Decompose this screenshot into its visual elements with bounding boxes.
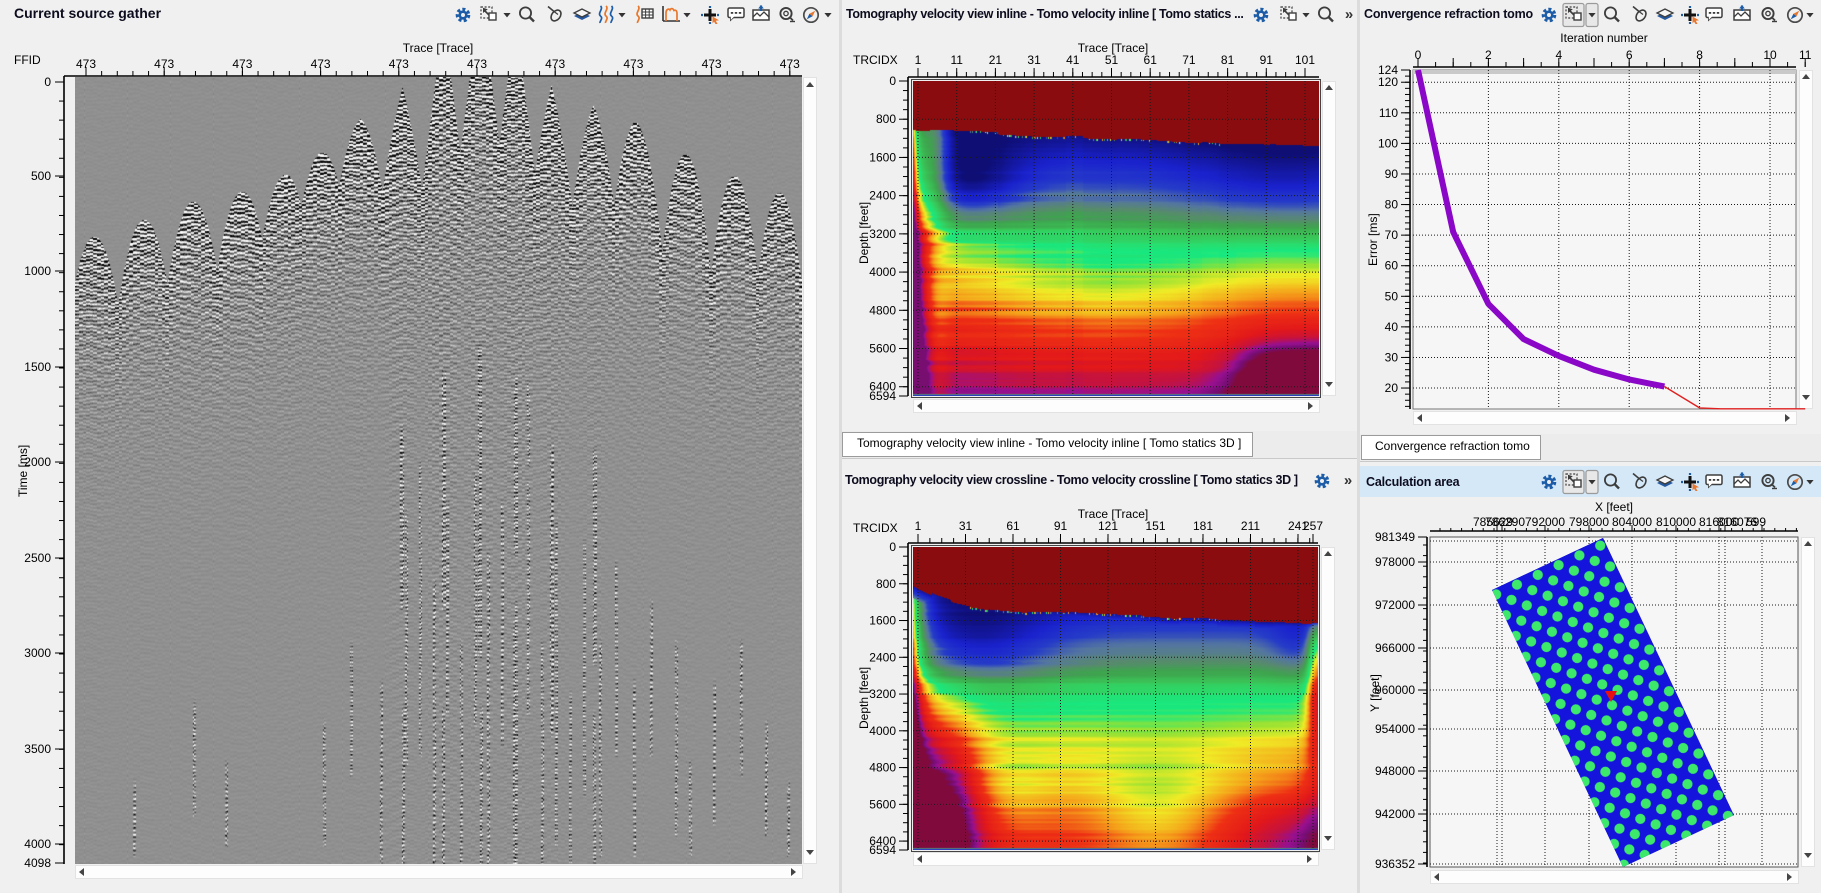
svg-text:972000: 972000: [1375, 598, 1415, 612]
svg-text:1000: 1000: [24, 264, 51, 278]
svg-text:4098: 4098: [24, 856, 51, 870]
svg-text:4000: 4000: [869, 724, 896, 738]
svg-text:3000: 3000: [24, 646, 51, 660]
svg-text:5600: 5600: [869, 342, 896, 356]
svg-text:21: 21: [989, 53, 1003, 67]
svg-text:6: 6: [1626, 48, 1633, 62]
svg-text:473: 473: [154, 57, 174, 71]
svg-text:50: 50: [1385, 289, 1399, 303]
svg-text:3500: 3500: [24, 742, 51, 756]
svg-text:942000: 942000: [1375, 807, 1415, 821]
svg-text:473: 473: [702, 57, 722, 71]
svg-text:473: 473: [389, 57, 409, 71]
svg-text:792000: 792000: [1525, 515, 1565, 529]
svg-text:4000: 4000: [869, 265, 896, 279]
svg-text:31: 31: [1027, 53, 1041, 67]
svg-text:8: 8: [1696, 48, 1703, 62]
svg-text:0: 0: [1415, 48, 1422, 62]
svg-text:31: 31: [959, 519, 973, 533]
svg-text:1600: 1600: [869, 614, 896, 628]
svg-text:473: 473: [232, 57, 252, 71]
svg-text:3200: 3200: [869, 687, 896, 701]
svg-text:110: 110: [1379, 106, 1398, 120]
svg-text:»: »: [1344, 472, 1352, 489]
svg-text:3200: 3200: [869, 227, 896, 241]
svg-text:2500: 2500: [24, 551, 51, 565]
svg-text:151: 151: [1145, 519, 1165, 533]
svg-text:6594: 6594: [869, 389, 896, 403]
svg-text:61: 61: [1006, 519, 1020, 533]
svg-text:51: 51: [1105, 53, 1119, 67]
svg-text:599: 599: [1746, 515, 1766, 529]
svg-text:1600: 1600: [869, 150, 896, 164]
svg-text:90: 90: [1385, 167, 1399, 181]
svg-text:»: »: [1345, 6, 1353, 23]
svg-text:800: 800: [876, 112, 896, 126]
svg-text:2000: 2000: [24, 455, 51, 469]
svg-text:11: 11: [1799, 48, 1812, 62]
svg-text:40: 40: [1385, 320, 1399, 334]
svg-text:473: 473: [311, 57, 331, 71]
svg-text:2400: 2400: [869, 650, 896, 664]
svg-text:1: 1: [915, 519, 922, 533]
svg-text:11: 11: [950, 53, 963, 67]
svg-text:70: 70: [1385, 228, 1399, 242]
svg-text:4800: 4800: [869, 761, 896, 775]
svg-text:954000: 954000: [1375, 722, 1415, 736]
svg-text:786290: 786290: [1485, 515, 1525, 529]
svg-text:41: 41: [1066, 53, 1080, 67]
svg-text:473: 473: [780, 57, 800, 71]
svg-text:61: 61: [1144, 53, 1158, 67]
svg-text:1500: 1500: [24, 360, 51, 374]
svg-text:0: 0: [44, 75, 51, 89]
svg-text:1: 1: [915, 53, 922, 67]
svg-text:91: 91: [1260, 53, 1274, 67]
svg-text:81: 81: [1221, 53, 1235, 67]
svg-text:936352: 936352: [1375, 857, 1415, 871]
svg-text:2400: 2400: [869, 189, 896, 203]
svg-text:60: 60: [1385, 259, 1399, 273]
svg-text:30: 30: [1385, 350, 1399, 364]
svg-text:948000: 948000: [1375, 764, 1415, 778]
svg-text:800: 800: [876, 577, 896, 591]
svg-text:2: 2: [1485, 48, 1492, 62]
svg-text:0: 0: [889, 540, 896, 554]
svg-text:101: 101: [1295, 53, 1315, 67]
svg-text:0: 0: [889, 74, 896, 88]
svg-text:257: 257: [1303, 519, 1323, 533]
svg-text:810000: 810000: [1656, 515, 1696, 529]
svg-text:804000: 804000: [1612, 515, 1652, 529]
svg-text:473: 473: [545, 57, 565, 71]
svg-text:473: 473: [467, 57, 487, 71]
svg-text:500: 500: [31, 169, 51, 183]
svg-text:5600: 5600: [869, 797, 896, 811]
svg-text:211: 211: [1241, 519, 1260, 533]
svg-text:80: 80: [1385, 198, 1399, 212]
svg-text:71: 71: [1182, 53, 1196, 67]
svg-text:91: 91: [1054, 519, 1068, 533]
svg-text:100: 100: [1378, 136, 1398, 150]
svg-text:978000: 978000: [1375, 555, 1415, 569]
svg-text:798000: 798000: [1569, 515, 1609, 529]
svg-text:966000: 966000: [1375, 641, 1415, 655]
svg-text:121: 121: [1098, 519, 1118, 533]
svg-text:473: 473: [623, 57, 643, 71]
svg-text:473: 473: [76, 57, 96, 71]
svg-text:4000: 4000: [24, 837, 51, 851]
svg-text:981349: 981349: [1375, 530, 1415, 544]
svg-text:960000: 960000: [1375, 683, 1415, 697]
svg-text:6594: 6594: [869, 843, 896, 857]
svg-text:181: 181: [1193, 519, 1213, 533]
svg-text:120: 120: [1378, 75, 1398, 89]
svg-text:4: 4: [1555, 48, 1562, 62]
svg-text:10: 10: [1763, 48, 1777, 62]
svg-text:4800: 4800: [869, 303, 896, 317]
svg-text:20: 20: [1385, 381, 1399, 395]
